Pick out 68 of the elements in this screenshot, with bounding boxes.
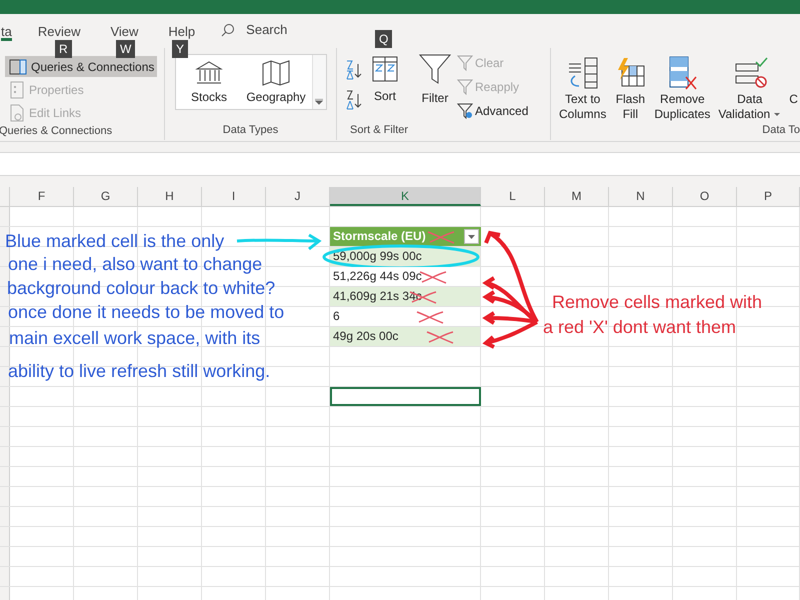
cross-mark-icon — [426, 230, 456, 244]
filter-button[interactable]: Filter — [419, 52, 451, 122]
note-line: background colour back to white? — [7, 277, 276, 299]
row-header[interactable] — [0, 267, 10, 286]
bank-icon — [195, 60, 223, 86]
group-label: Data To — [762, 123, 800, 138]
ribbon-tab[interactable]: View — [110, 19, 138, 41]
row-header[interactable] — [0, 307, 10, 326]
keytip-badge: R — [55, 40, 72, 58]
data-type-button[interactable]: Geography — [242, 55, 310, 109]
ribbon-button[interactable]: Text to Columns — [557, 54, 608, 122]
data-type-button[interactable]: Stocks — [176, 55, 242, 109]
row-header[interactable] — [0, 367, 10, 386]
note-line: ability to live refresh still working. — [8, 360, 270, 382]
group-label: Sort & Filter — [350, 122, 410, 138]
sort-icon — [372, 56, 398, 82]
gallery-scrollbar[interactable] — [312, 55, 326, 109]
row-header[interactable] — [0, 247, 10, 266]
ribbon-button[interactable]: Flash Fill — [612, 54, 648, 122]
column-header[interactable]: I — [202, 187, 266, 206]
note-line: one i need, also want to change — [8, 253, 262, 275]
column-header[interactable]: N — [609, 187, 673, 206]
column-header[interactable]: M — [545, 187, 609, 206]
filter-dropdown-icon[interactable] — [464, 229, 479, 244]
keytip-badge: Q — [375, 30, 392, 48]
search-label[interactable]: Search — [246, 20, 288, 40]
funnel-icon — [457, 103, 473, 119]
keytip-badge: W — [116, 40, 136, 58]
active-cell[interactable] — [330, 387, 481, 406]
keytip-badge: Y — [172, 40, 188, 58]
note-line: once done it needs to be moved to — [8, 301, 284, 323]
funnel-icon — [419, 54, 451, 84]
note-line: main excell work space, with its — [9, 327, 260, 349]
cross-mark-icon — [415, 310, 445, 324]
ribbon-tab[interactable]: Help — [168, 19, 196, 41]
column-header[interactable]: F — [10, 187, 74, 206]
column-header[interactable]: G — [74, 187, 138, 206]
column-header[interactable]: H — [138, 187, 202, 206]
formula-bar[interactable] — [0, 152, 800, 176]
note-line: a red 'X' dont want them — [543, 316, 736, 338]
sort-descending-icon[interactable] — [345, 90, 363, 110]
column-header[interactable]: O — [673, 187, 737, 206]
properties-icon — [9, 80, 25, 98]
filter-option[interactable]: Advanced — [457, 101, 528, 121]
funnel-icon — [457, 79, 473, 95]
sort-ascending-icon[interactable] — [345, 60, 363, 80]
ribbon-button[interactable]: Data Validation — [716, 54, 784, 122]
panel-icon — [9, 58, 27, 74]
column-header[interactable]: L — [481, 187, 545, 206]
document-link-icon — [9, 104, 25, 122]
ribbon-tab[interactable]: Review — [38, 19, 80, 41]
note-line: Blue marked cell is the only — [5, 230, 224, 252]
table-cell[interactable]: 49g 20s 00c — [330, 327, 481, 346]
ribbon-menu-item[interactable]: Queries & Connections — [5, 56, 157, 77]
ribbon-tab[interactable]: ta — [1, 19, 12, 41]
row-header[interactable] — [0, 287, 10, 306]
funnel-icon — [457, 55, 473, 71]
sort-button[interactable]: Sort — [369, 52, 401, 122]
column-header[interactable]: K — [330, 187, 481, 206]
map-icon — [261, 60, 291, 86]
column-header[interactable]: P — [737, 187, 800, 206]
search-icon — [221, 23, 236, 37]
ribbon-button[interactable]: Remove Duplicates — [652, 54, 712, 122]
note-line: Remove cells marked with — [552, 291, 762, 313]
expand-icon — [315, 99, 323, 105]
cross-mark-icon — [425, 330, 455, 344]
group-label: Data Types — [222, 122, 278, 138]
ribbon-button[interactable]: C — [787, 54, 798, 122]
